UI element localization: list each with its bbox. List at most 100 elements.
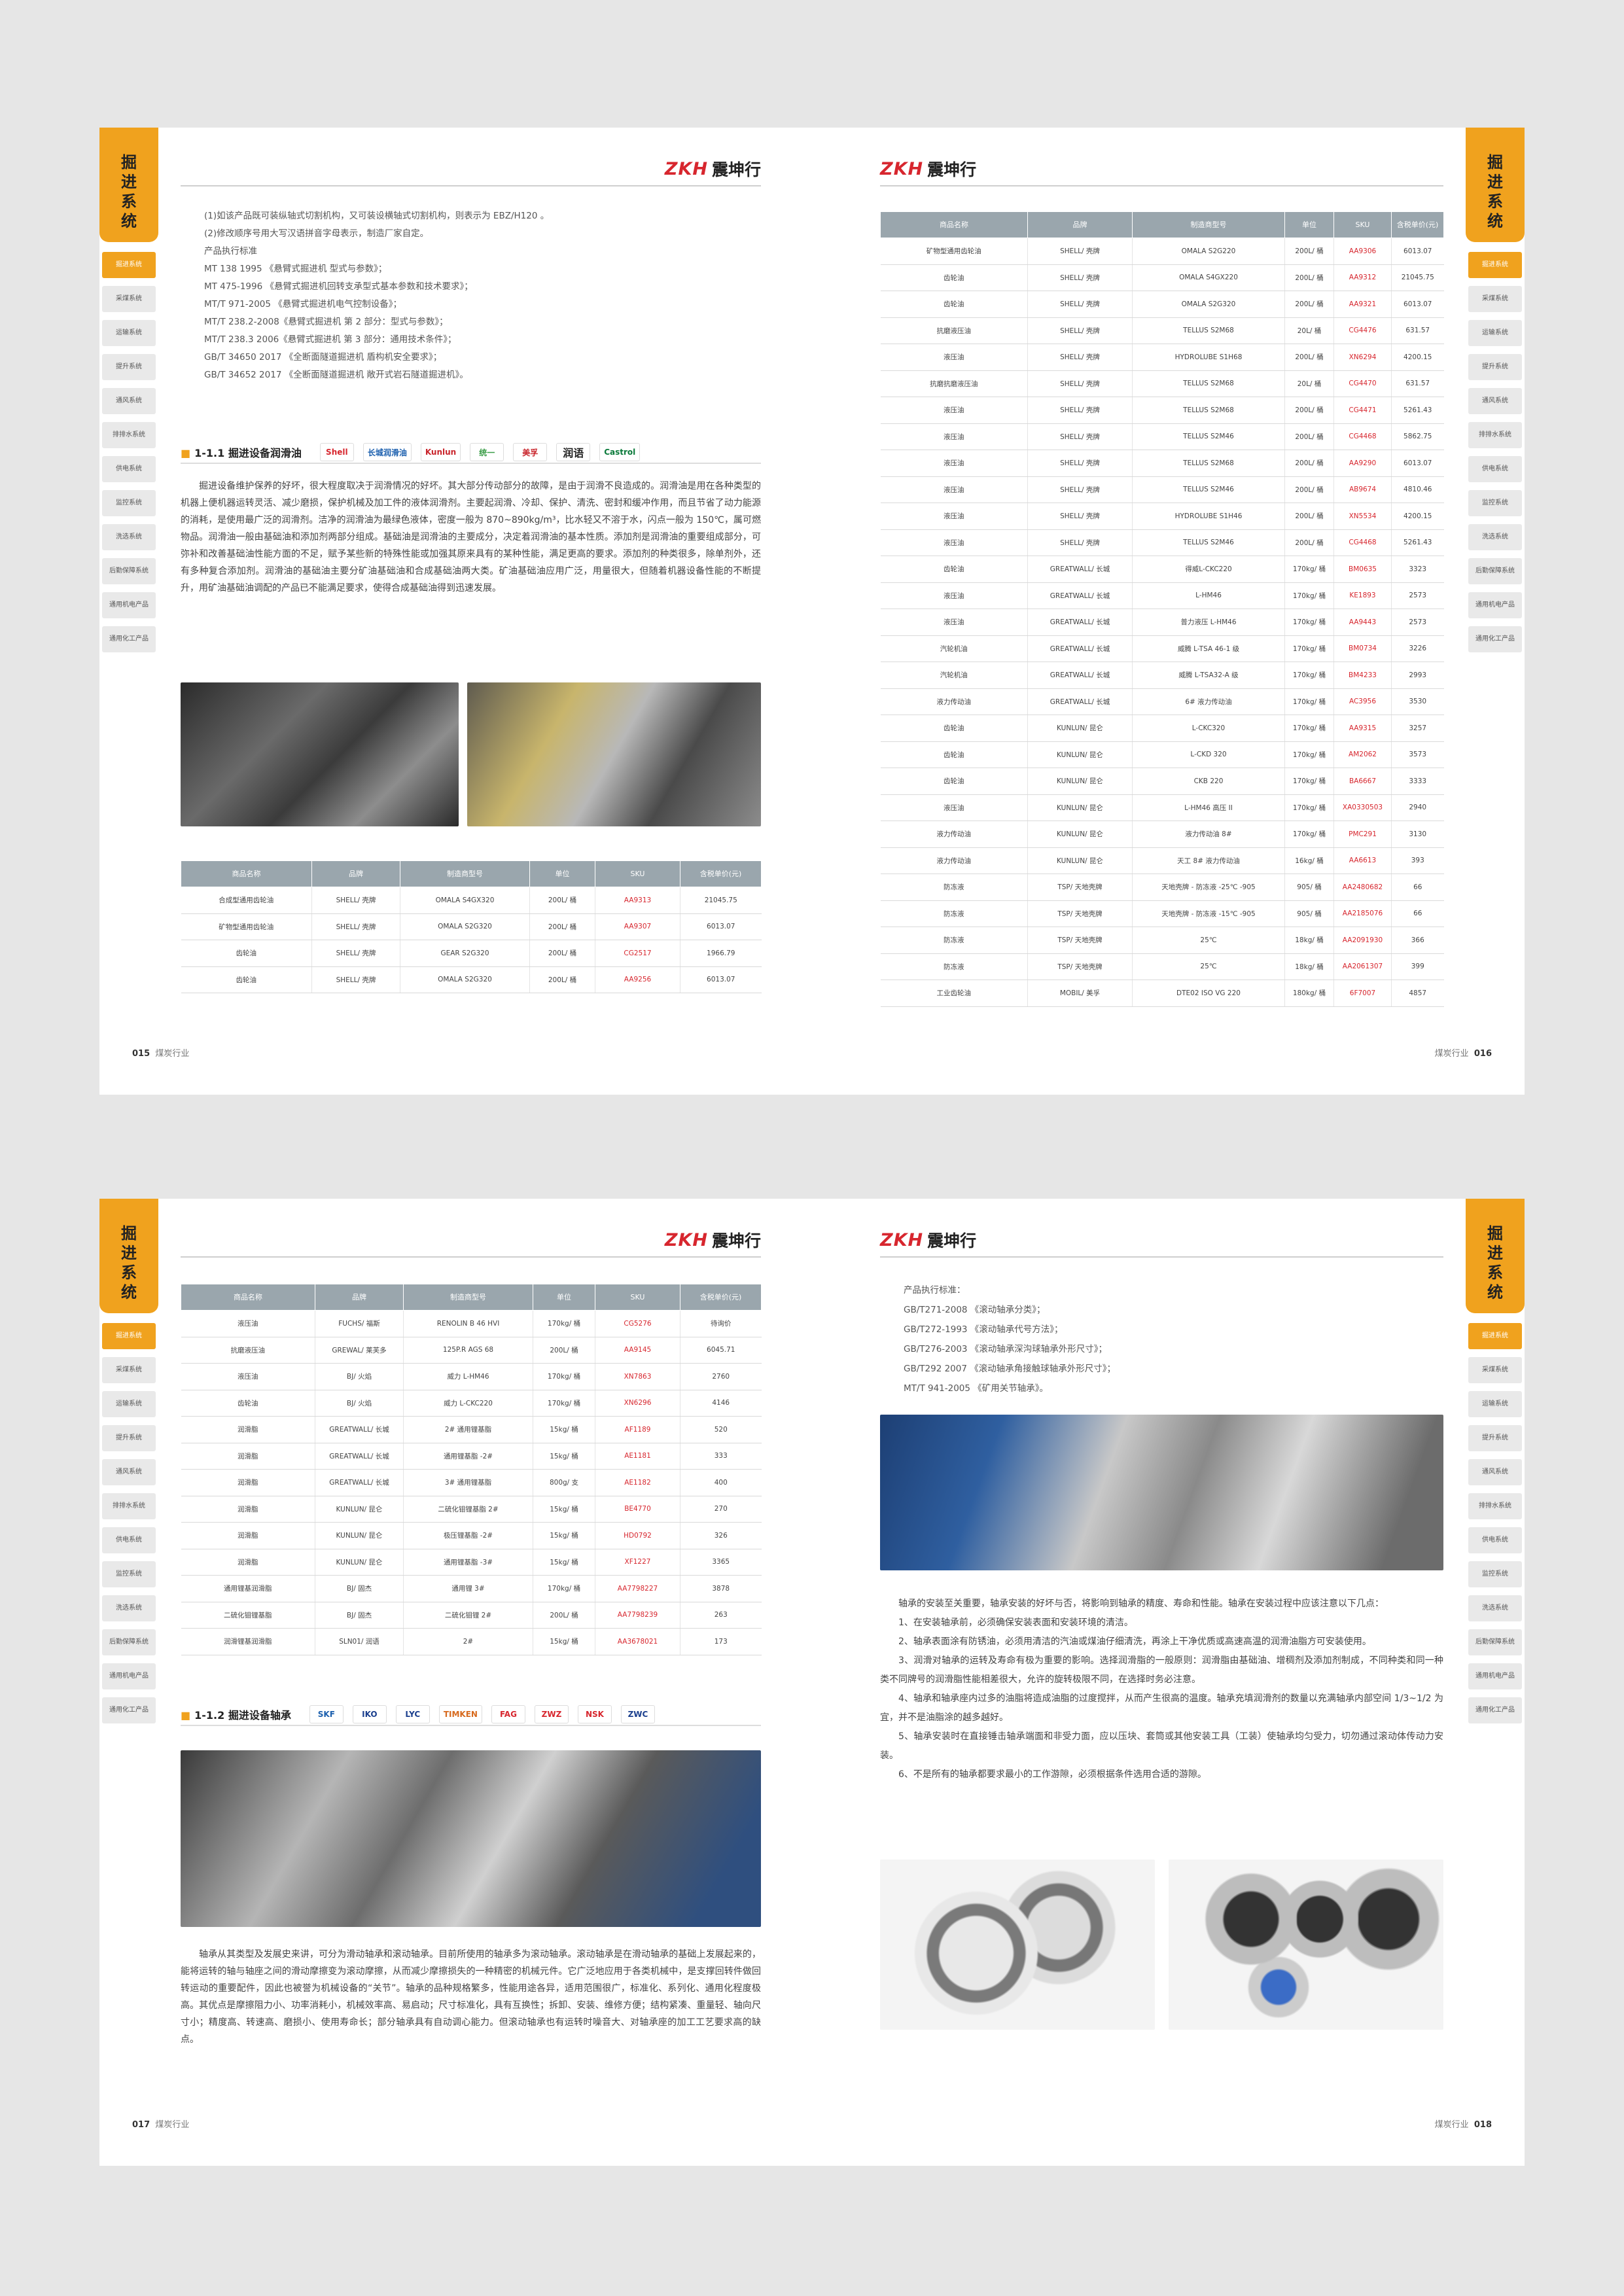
- table-cell: 18kg/ 桶: [1284, 927, 1334, 954]
- table-cell: 6013.07: [1391, 291, 1444, 318]
- sidebar-item-4[interactable]: 通风系统: [1468, 1459, 1522, 1485]
- ball-bearing-photo: [1169, 1860, 1443, 2030]
- table-cell: 4200.15: [1391, 344, 1444, 371]
- sidebar-item-2[interactable]: 运输系统: [102, 320, 156, 346]
- table-cell: SHELL/ 壳牌: [1027, 264, 1133, 291]
- sidebar-item-7[interactable]: 监控系统: [102, 490, 156, 516]
- sidebar-item-8[interactable]: 洗选系统: [102, 1595, 156, 1621]
- sidebar-item-11[interactable]: 通用化工产品: [102, 1697, 156, 1723]
- sidebar-item-8[interactable]: 洗选系统: [102, 524, 156, 550]
- table-cell: 4146: [680, 1390, 762, 1417]
- sidebar-item-1[interactable]: 采煤系统: [1468, 1357, 1522, 1383]
- sidebar-item-7[interactable]: 监控系统: [1468, 490, 1522, 516]
- table-cell: SHELL/ 壳牌: [1027, 344, 1133, 371]
- sidebar-item-6[interactable]: 供电系统: [102, 1527, 156, 1553]
- sidebar-item-7[interactable]: 监控系统: [1468, 1561, 1522, 1587]
- sidebar-item-10[interactable]: 通用机电产品: [102, 592, 156, 618]
- sidebar-item-5[interactable]: 排排水系统: [102, 422, 156, 448]
- sidebar-item-6[interactable]: 供电系统: [1468, 1527, 1522, 1553]
- sidebar-item-0[interactable]: 掘进系统: [1468, 252, 1522, 278]
- table-cell: AA9443: [1333, 609, 1392, 636]
- page-015: 掘进系统 掘进系统 采煤系统 运输系统 提升系统 通风系统 排排水系统 供电系统 监控系统 洗选…: [99, 128, 812, 1095]
- sidebar-item-5[interactable]: 排排水系统: [102, 1493, 156, 1519]
- sidebar-item-6[interactable]: 供电系统: [1468, 456, 1522, 482]
- sidebar-item-0[interactable]: 掘进系统: [102, 1323, 156, 1349]
- sidebar-item-0[interactable]: 掘进系统: [102, 252, 156, 278]
- sidebar-item-3[interactable]: 提升系统: [102, 1425, 156, 1451]
- table-cell: 3878: [680, 1575, 762, 1602]
- sidebar-item-1[interactable]: 采煤系统: [102, 1357, 156, 1383]
- table-cell: 威力 L-CKC220: [403, 1390, 533, 1417]
- sidebar-item-3[interactable]: 提升系统: [1468, 1425, 1522, 1451]
- table-cell: 170kg/ 桶: [1284, 821, 1334, 848]
- table-cell: 合成型通用齿轮油: [181, 887, 312, 914]
- sidebar-item-2[interactable]: 运输系统: [1468, 320, 1522, 346]
- sidebar-item-9[interactable]: 后勤保障系统: [102, 1629, 156, 1655]
- table-cell: 170kg/ 桶: [1284, 794, 1334, 821]
- logo: ZKH 震坤行: [880, 158, 977, 180]
- sidebar-item-11[interactable]: 通用化工产品: [1468, 1697, 1522, 1723]
- table-cell: 170kg/ 桶: [1284, 741, 1334, 768]
- sidebar-item-1[interactable]: 采煤系统: [102, 286, 156, 312]
- sidebar-item-4[interactable]: 通风系统: [102, 1459, 156, 1485]
- sidebar-item-10[interactable]: 通用机电产品: [1468, 592, 1522, 618]
- product-table: 商品名称 品牌 制造商型号 单位 SKU 含税单价(元) 液压油 FUCHS/ 福斯 RENO…: [181, 1284, 762, 1655]
- table-cell: XN6296: [595, 1390, 680, 1417]
- table-row: 矿物型通用齿轮油 SHELL/ 壳牌 OMALA S2G220 200L/ 桶 AA93…: [880, 238, 1444, 265]
- sidebar-item-2[interactable]: 运输系统: [102, 1391, 156, 1417]
- table-cell: 399: [1391, 953, 1444, 980]
- table-cell: HYDROLUBE S1H68: [1132, 344, 1285, 371]
- sidebar-item-6[interactable]: 供电系统: [102, 456, 156, 482]
- table-cell: 66: [1391, 900, 1444, 927]
- sidebar-item-2[interactable]: 运输系统: [1468, 1391, 1522, 1417]
- sidebar-item-9[interactable]: 后勤保障系统: [102, 558, 156, 584]
- sidebar-item-4[interactable]: 通风系统: [102, 388, 156, 414]
- table-cell: SHELL/ 壳牌: [1027, 397, 1133, 424]
- sidebar-item-7[interactable]: 监控系统: [102, 1561, 156, 1587]
- spread-top: 掘进系统 掘进系统采煤系统运输系统提升系统通风系统排排水系统供电系统监控系统洗选…: [99, 128, 1525, 1095]
- table-cell: 170kg/ 桶: [1284, 635, 1334, 662]
- gear-photo: [467, 682, 761, 826]
- sidebar-item-11[interactable]: 通用化工产品: [102, 626, 156, 652]
- sidebar-item-10[interactable]: 通用机电产品: [1468, 1663, 1522, 1689]
- table-cell: RENOLIN B 46 HVI: [403, 1310, 533, 1337]
- table-cell: 520: [680, 1416, 762, 1443]
- table-cell: XF1227: [595, 1549, 680, 1576]
- table-cell: BJ/ 火焰: [315, 1390, 404, 1417]
- table-cell: 800g/ 支: [533, 1469, 595, 1496]
- table-cell: 润滑脂: [181, 1496, 315, 1523]
- table-cell: 3323: [1391, 556, 1444, 583]
- section-tab: 掘进系统: [1466, 128, 1525, 242]
- table-cell: AA9321: [1333, 291, 1392, 318]
- table-cell: CG4468: [1333, 423, 1392, 450]
- sidebar-item-9[interactable]: 后勤保障系统: [1468, 558, 1522, 584]
- table-cell: AA9312: [1333, 264, 1392, 291]
- table-cell: 6045.71: [680, 1337, 762, 1364]
- sidebar-item-3[interactable]: 提升系统: [102, 354, 156, 380]
- table-cell: 170kg/ 桶: [1284, 556, 1334, 583]
- table-cell: AA2091930: [1333, 927, 1392, 954]
- sidebar-item-5[interactable]: 排排水系统: [1468, 1493, 1522, 1519]
- table-cell: 齿轮油: [181, 940, 312, 967]
- sidebar-item-4[interactable]: 通风系统: [1468, 388, 1522, 414]
- sidebar-item-5[interactable]: 排排水系统: [1468, 422, 1522, 448]
- sidebar-item-3[interactable]: 提升系统: [1468, 354, 1522, 380]
- table-cell: GEAR S2G320: [400, 940, 530, 967]
- table-cell: L-HM46 高压 II: [1132, 794, 1285, 821]
- table-cell: 6013.07: [1391, 450, 1444, 477]
- sidebar-item-1[interactable]: 采煤系统: [1468, 286, 1522, 312]
- sidebar-item-8[interactable]: 洗选系统: [1468, 1595, 1522, 1621]
- table-cell: 3226: [1391, 635, 1444, 662]
- table-row: 通用锂基润滑脂 BJ/ 固杰 通用锂 3# 170kg/ 桶 AA7798227 3878: [181, 1575, 762, 1602]
- table-cell: 200L/ 桶: [1284, 291, 1334, 318]
- sidebar-item-8[interactable]: 洗选系统: [1468, 524, 1522, 550]
- table-cell: 液压油: [880, 344, 1028, 371]
- sidebar-item-9[interactable]: 后勤保障系统: [1468, 1629, 1522, 1655]
- sidebar-item-0[interactable]: 掘进系统: [1468, 1323, 1522, 1349]
- sidebar-item-11[interactable]: 通用化工产品: [1468, 626, 1522, 652]
- table-cell: 200L/ 桶: [533, 1337, 595, 1364]
- sidebar-item-10[interactable]: 通用机电产品: [102, 1663, 156, 1689]
- page-016: 掘进系统 掘进系统采煤系统运输系统提升系统通风系统排排水系统供电系统监控系统洗选…: [812, 128, 1525, 1095]
- table-cell: 威腾 L-TSA 46-1 级: [1132, 635, 1285, 662]
- page-footer: 煤炭行业 016: [1434, 1049, 1492, 1059]
